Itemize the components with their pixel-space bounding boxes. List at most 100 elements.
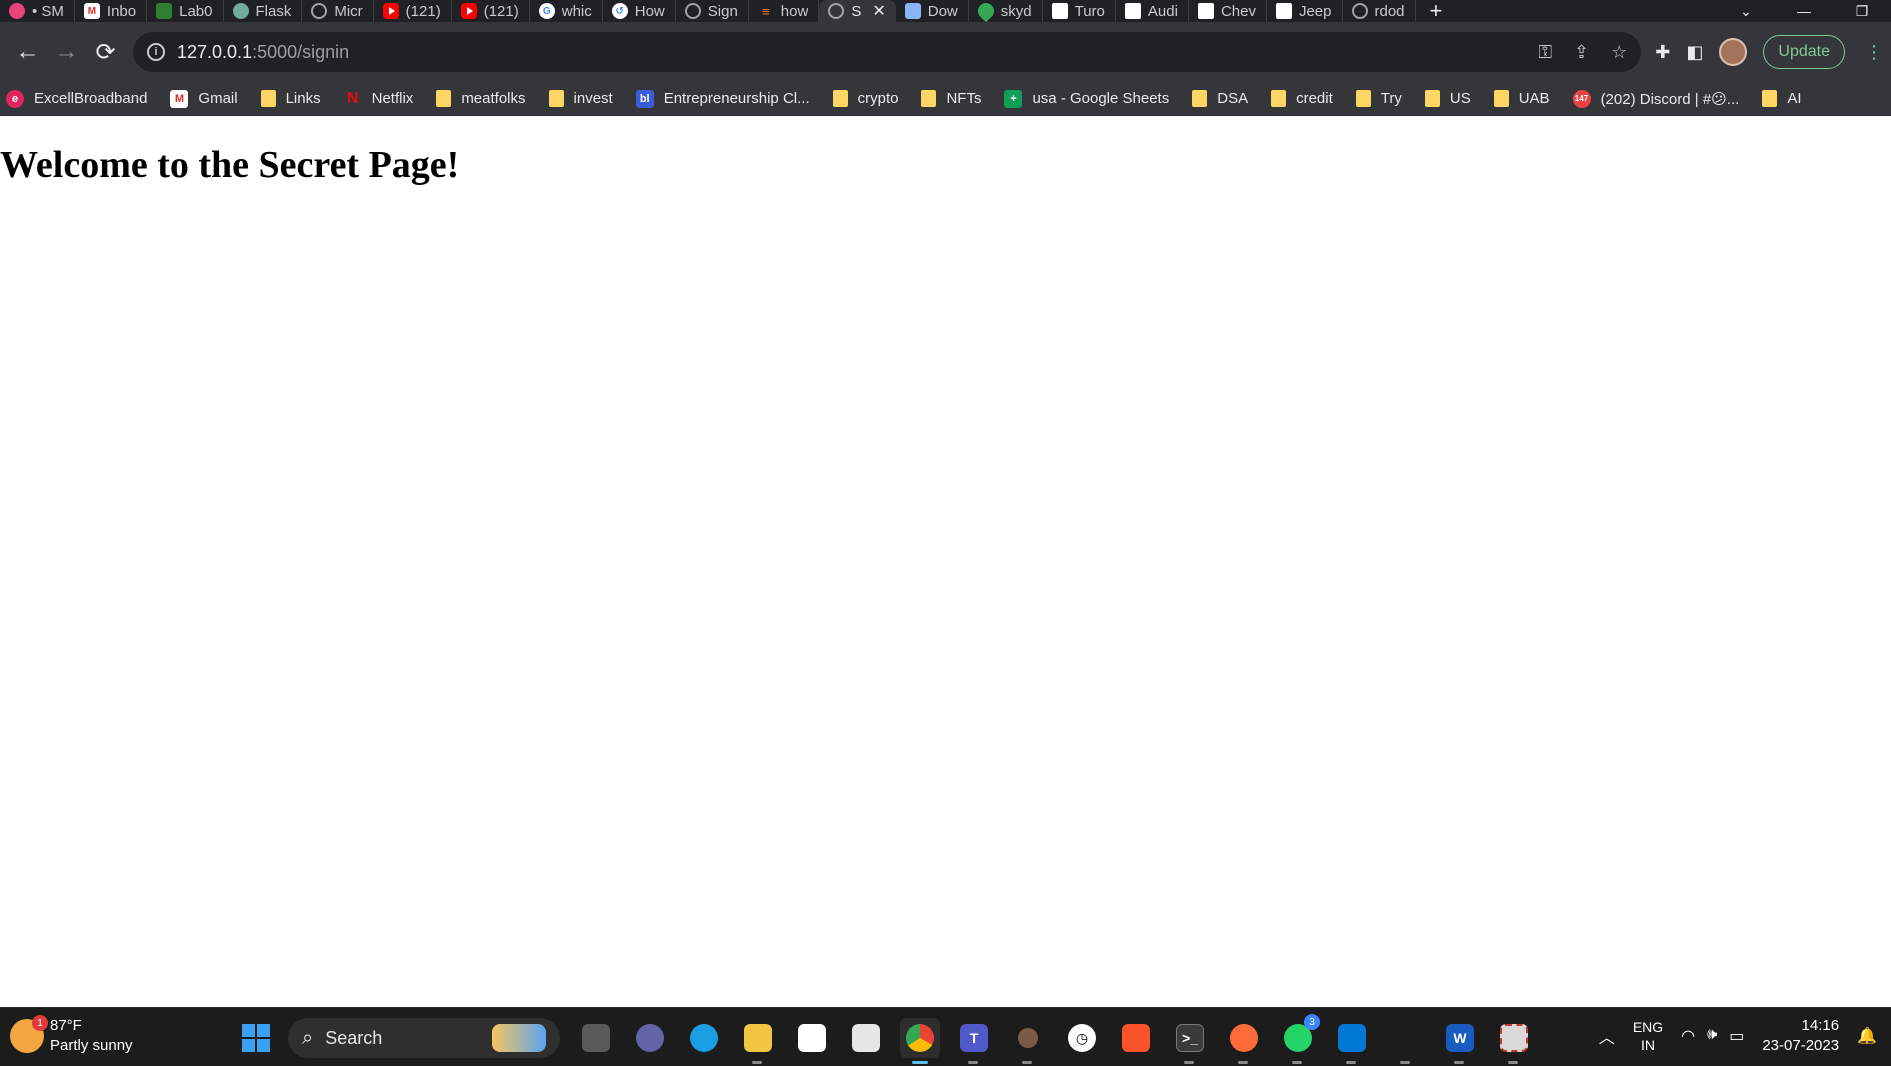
bookmark-item[interactable]: + usa - Google Sheets: [1004, 89, 1180, 108]
turo-icon: [1124, 3, 1141, 19]
side-panel-icon[interactable]: ◧: [1686, 42, 1703, 63]
bookmark-item[interactable]: meatfolks: [436, 90, 536, 107]
chevron-up-icon[interactable]: ︿: [1599, 1024, 1615, 1048]
address-bar[interactable]: i 127.0.0.1:5000/signin ⚿ ⇪ ☆: [133, 32, 1642, 72]
folder-icon: [921, 90, 937, 107]
bookmark-item[interactable]: credit: [1271, 90, 1344, 107]
close-icon[interactable]: ✕: [872, 1, 885, 21]
browser-tab[interactable]: rdod: [1343, 0, 1416, 22]
browser-tab[interactable]: Audi: [1116, 0, 1189, 22]
brave-button[interactable]: [1116, 1018, 1156, 1058]
start-button[interactable]: [242, 1024, 270, 1052]
browser-toolbar: ← → ⟳ i 127.0.0.1:5000/signin ⚿ ⇪ ☆ ✚ ◧ …: [0, 22, 1891, 82]
battery-icon: ▭: [1729, 1028, 1745, 1045]
bookmark-item[interactable]: Links: [260, 90, 332, 107]
teams-chat-button[interactable]: [630, 1018, 670, 1058]
tab-title: How: [634, 2, 665, 20]
folder-icon: [548, 90, 564, 107]
arrow-right-icon: →: [54, 38, 79, 65]
word-button[interactable]: W: [1440, 1018, 1480, 1064]
reload-button[interactable]: ⟳: [86, 32, 125, 72]
profile-avatar[interactable]: [1719, 38, 1748, 66]
bookmark-item[interactable]: e ExcellBroadband: [6, 89, 158, 108]
browser-tab[interactable]: (121): [452, 0, 530, 22]
bookmark-item[interactable]: N Netflix: [344, 90, 425, 108]
browser-tab[interactable]: Lab0: [147, 0, 224, 22]
tab-title: rdod: [1374, 2, 1405, 20]
taskbar-search[interactable]: ⌕ Search: [288, 1018, 560, 1058]
browser-tab[interactable]: (121): [374, 0, 452, 22]
tab-title: (121): [483, 2, 519, 20]
bookmark-star-icon[interactable]: ☆: [1611, 42, 1627, 63]
tab-search-icon[interactable]: ⌄: [1717, 3, 1775, 20]
menu-kebab-icon[interactable]: ⋮: [1865, 42, 1883, 63]
whatsapp-button[interactable]: 3: [1278, 1014, 1320, 1064]
terminal-button[interactable]: >_: [1170, 1018, 1210, 1064]
browser-tab[interactable]: Gwhic: [530, 0, 603, 22]
bookmark-item[interactable]: Try: [1355, 90, 1413, 107]
bookmark-item[interactable]: DSA: [1192, 90, 1259, 107]
browser-tab[interactable]: M Inbo: [75, 0, 148, 22]
clock-app-button[interactable]: ◷: [1062, 1018, 1102, 1058]
bookmark-item[interactable]: US: [1424, 90, 1482, 107]
hidden-app-button[interactable]: [1386, 1018, 1426, 1064]
bookmark-label: Netflix: [371, 90, 414, 107]
browser-tab[interactable]: Flask: [224, 0, 303, 22]
postman-button[interactable]: [1224, 1018, 1264, 1064]
restore-icon[interactable]: ❐: [1833, 3, 1891, 20]
browser-tab[interactable]: skyd: [969, 0, 1043, 22]
bookmark-item[interactable]: bl Entrepreneurship Cl...: [635, 89, 821, 108]
browser-tab[interactable]: Dow: [896, 0, 969, 22]
clock[interactable]: 14:16 23-07-2023: [1762, 1016, 1839, 1056]
browser-tab[interactable]: • SM: [0, 0, 75, 22]
search-highlight-icon: [492, 1024, 546, 1052]
key-icon[interactable]: ⚿: [1538, 42, 1552, 63]
forward-button[interactable]: →: [47, 32, 86, 72]
bookmark-item[interactable]: UAB: [1493, 90, 1561, 107]
bookmark-item[interactable]: invest: [548, 90, 624, 107]
extensions-icon[interactable]: ✚: [1655, 42, 1670, 63]
bookmark-item[interactable]: M Gmail: [170, 89, 248, 108]
browser-tab[interactable]: Micr: [302, 0, 374, 22]
back-button[interactable]: ←: [8, 32, 47, 72]
page-heading: Welcome to the Secret Page!: [0, 144, 460, 186]
bookmark-item[interactable]: AI: [1762, 90, 1812, 107]
notification-bell-icon[interactable]: 🔔: [1857, 1026, 1877, 1046]
browser-tab[interactable]: Jeep: [1267, 0, 1343, 22]
weather-widget[interactable]: 1 87°F Partly sunny: [10, 1015, 133, 1056]
word-icon: W: [1446, 1024, 1474, 1052]
store-button[interactable]: [792, 1018, 832, 1058]
folder-icon: [1493, 90, 1509, 107]
notepad-button[interactable]: [846, 1018, 886, 1058]
browser-tab[interactable]: Sign: [676, 0, 749, 22]
minimize-icon[interactable]: —: [1775, 3, 1833, 19]
bookmark-item[interactable]: NFTs: [921, 90, 992, 107]
language-indicator[interactable]: ENG IN: [1633, 1018, 1663, 1054]
edge-button[interactable]: [684, 1018, 724, 1058]
browser-tab[interactable]: ↺ How: [603, 0, 676, 22]
profile-app-button[interactable]: [1008, 1018, 1048, 1064]
task-view-button[interactable]: [576, 1018, 616, 1058]
vscode-button[interactable]: [1332, 1018, 1372, 1064]
postman-icon: [1230, 1024, 1258, 1052]
url-path: :5000/signin: [252, 41, 350, 62]
chrome-button[interactable]: [900, 1018, 940, 1064]
browser-tab[interactable]: ≡ how: [749, 0, 820, 22]
running-indicator: [1184, 1061, 1194, 1064]
bookmark-item[interactable]: crypto: [832, 90, 910, 107]
teams-button[interactable]: T: [954, 1018, 994, 1064]
browser-tab[interactable]: S ✕: [819, 0, 896, 22]
browser-tab[interactable]: Turo: [1043, 0, 1116, 22]
bookmark-label: NFTs: [946, 90, 982, 107]
browser-tab[interactable]: Chev: [1189, 0, 1267, 22]
bookmark-item[interactable]: 147 (202) Discord | #😕...: [1572, 89, 1751, 108]
quick-settings[interactable]: ◠ 🕪 ▭: [1681, 1026, 1744, 1046]
edge-icon: [690, 1024, 718, 1052]
update-button[interactable]: Update: [1763, 35, 1845, 69]
new-tab-button[interactable]: +: [1416, 0, 1457, 22]
snipping-tool-button[interactable]: [1494, 1018, 1534, 1064]
site-info-icon[interactable]: i: [147, 43, 165, 61]
share-icon[interactable]: ⇪: [1574, 42, 1589, 63]
folder-icon: [1762, 90, 1778, 107]
file-explorer-button[interactable]: [738, 1018, 778, 1064]
